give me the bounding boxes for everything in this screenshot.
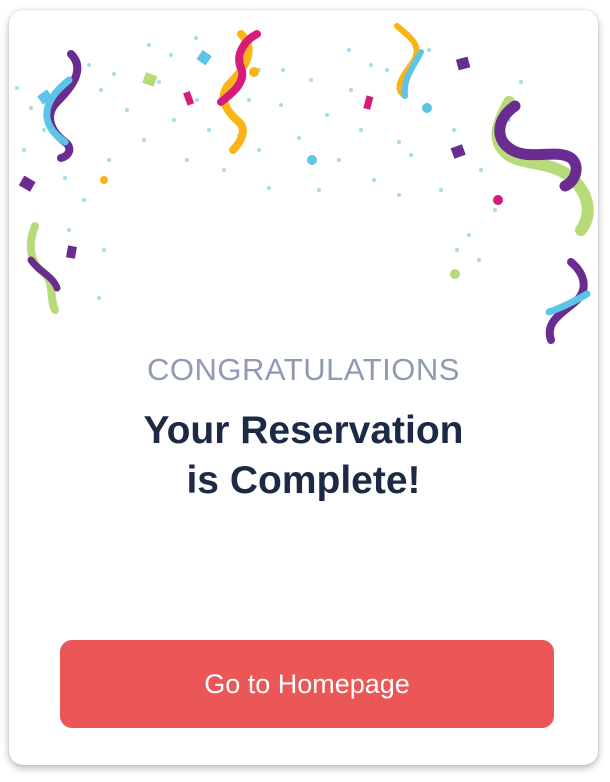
confirmation-headline: Your Reservation is Complete! [9, 406, 598, 506]
congratulations-eyebrow: CONGRATULATIONS [147, 352, 460, 387]
confetti-illustration [15, 23, 594, 344]
confirmation-card: CONGRATULATIONS Your Reservation is Comp… [9, 10, 598, 765]
go-to-homepage-button[interactable]: Go to Homepage [60, 640, 554, 728]
headline-line-1: Your Reservation [143, 409, 464, 452]
headline-line-2: is Complete! [186, 459, 421, 502]
